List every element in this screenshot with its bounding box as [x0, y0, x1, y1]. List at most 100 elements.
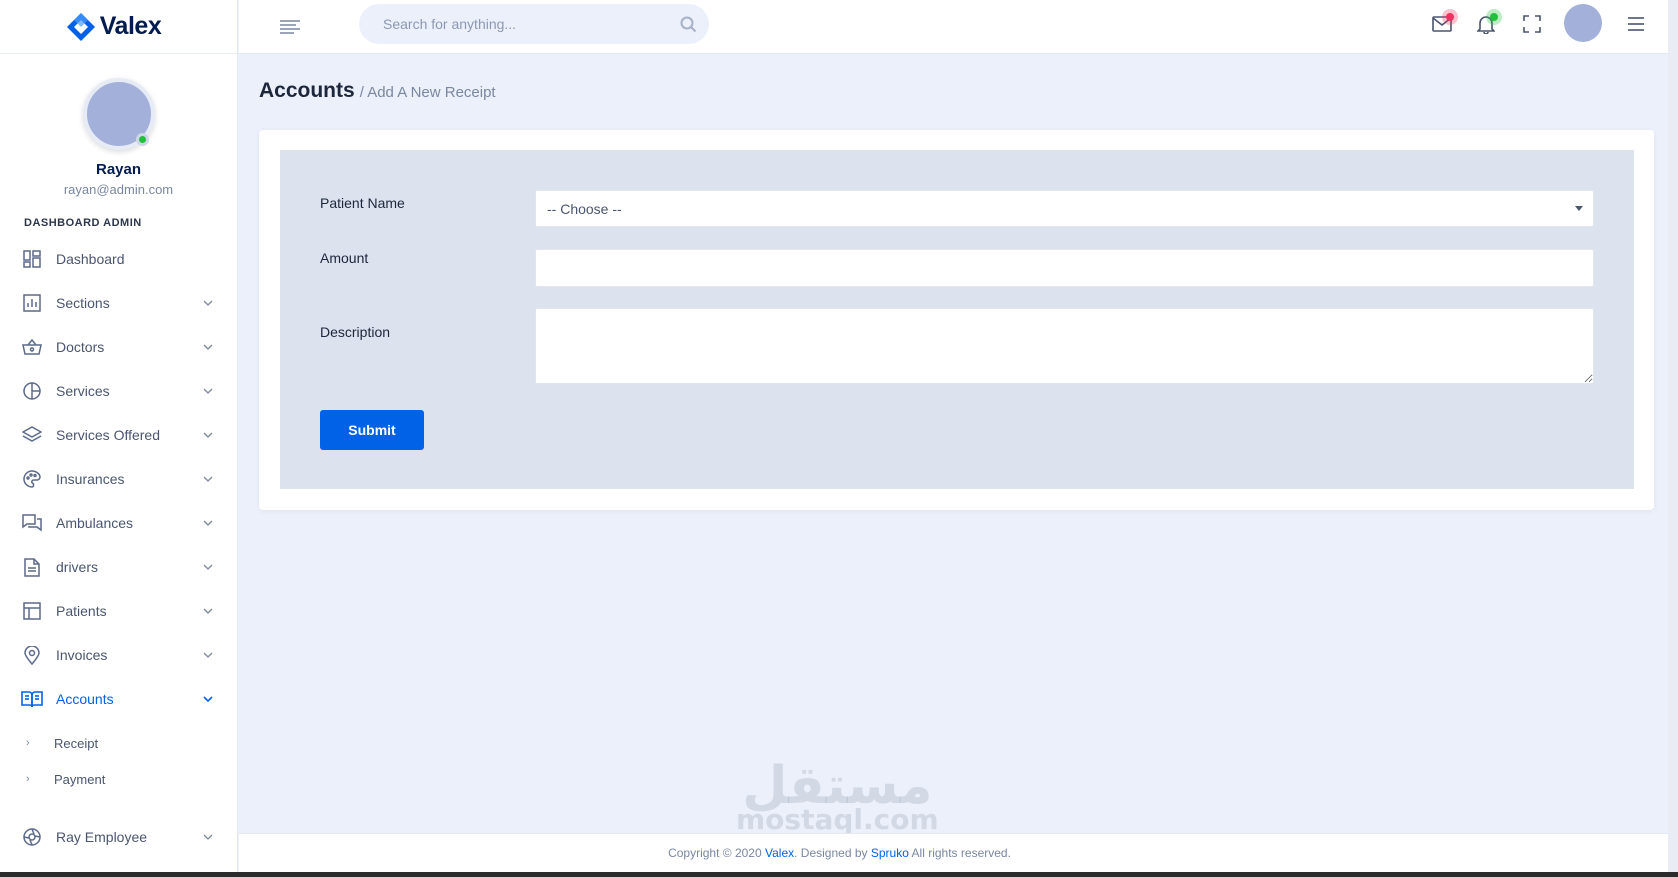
submenu-item-payment[interactable]: › Payment	[0, 761, 237, 797]
top-header	[239, 0, 1678, 54]
user-profile: Rayan rayan@admin.com	[0, 54, 237, 197]
search-box	[359, 4, 709, 44]
footer-brand-link[interactable]: Valex	[765, 846, 794, 860]
sidebar-item-label: Patients	[56, 603, 107, 619]
receipt-form-card: Patient Name -- Choose -- Amount Descrip…	[259, 130, 1654, 510]
page-subtitle: / Add A New Receipt	[359, 84, 496, 101]
caret-down-icon	[1575, 206, 1583, 211]
sidebar-item-label: drivers	[56, 559, 99, 575]
sidebar-item-label: Ambulances	[56, 515, 134, 531]
profile-avatar-wrap	[82, 78, 155, 150]
footer: Copyright © 2020 Valex . Designed by Spr…	[239, 833, 1678, 872]
sidebar-item-invoices[interactable]: Invoices	[0, 633, 237, 677]
footer-designer-link[interactable]: Spruko	[871, 846, 909, 860]
footer-text-prefix: Copyright © 2020	[668, 846, 765, 860]
sidebar-item-ambulances[interactable]: Ambulances	[0, 501, 237, 545]
sidebar-item-label: Accounts	[56, 691, 114, 707]
online-status-indicator	[135, 133, 149, 146]
document-icon	[21, 556, 43, 578]
logo[interactable]: Valex	[0, 0, 237, 54]
chevron-down-icon	[201, 340, 215, 354]
breadcrumb: Accounts / Add A New Receipt	[259, 79, 496, 103]
layers-icon	[21, 424, 43, 446]
bottom-edge-bar	[0, 872, 1678, 877]
patient-name-row: Patient Name	[320, 195, 534, 211]
description-label: Description	[320, 324, 391, 340]
submenu-item-label: Receipt	[54, 735, 99, 751]
submenu-item-receipt[interactable]: › Receipt	[0, 725, 237, 761]
receipt-form: Patient Name -- Choose -- Amount Descrip…	[280, 150, 1634, 489]
chevron-down-icon	[201, 648, 215, 662]
chevron-down-icon	[201, 560, 215, 574]
patient-name-select[interactable]: -- Choose --	[535, 190, 1594, 227]
hamburger-icon[interactable]	[1623, 11, 1649, 37]
sidebar-item-drivers[interactable]: drivers	[0, 545, 237, 589]
avatar[interactable]	[1564, 4, 1602, 42]
accounts-submenu: › Receipt › Payment	[0, 725, 237, 797]
aperture-icon	[21, 826, 43, 848]
sidebar-item-label: Services	[56, 383, 110, 399]
chevron-down-icon	[201, 472, 215, 486]
basket-icon	[21, 336, 43, 358]
description-row: Description	[320, 324, 534, 340]
chevron-right-icon: ›	[26, 737, 30, 749]
chevron-down-icon	[201, 516, 215, 530]
sidebar-item-label: Ray Employee	[56, 829, 148, 845]
menu-lines-icon[interactable]	[279, 16, 301, 38]
bar-chart-icon	[21, 292, 43, 314]
page-title: Accounts	[259, 79, 355, 102]
chevron-right-icon: ›	[26, 773, 30, 785]
sidebar-item-label: Dashboard	[56, 251, 125, 267]
chevron-down-icon	[201, 692, 215, 706]
sidebar-item-label: Insurances	[56, 471, 125, 487]
diamond-logo-icon	[66, 12, 96, 42]
chevron-down-icon	[201, 296, 215, 310]
table-icon	[21, 600, 43, 622]
mail-notification-dot	[1446, 13, 1454, 21]
sidebar-menu: Dashboard Sections Doctors Services Serv…	[0, 237, 237, 721]
sidebar-item-ray-employee[interactable]: Ray Employee	[0, 815, 237, 859]
profile-name: Rayan	[95, 161, 142, 178]
sidebar-item-dashboard[interactable]: Dashboard	[0, 237, 237, 281]
patient-select-value: -- Choose --	[547, 200, 622, 217]
sidebar-item-accounts[interactable]: Accounts	[0, 677, 237, 721]
chat-icon	[21, 512, 43, 534]
watermark-latin: mostaql.com	[736, 803, 939, 836]
sidebar-item-doctors[interactable]: Doctors	[0, 325, 237, 369]
search-icon[interactable]	[680, 16, 697, 33]
sidebar-item-sections[interactable]: Sections	[0, 281, 237, 325]
palette-icon	[21, 468, 43, 490]
sidebar-menu-extra: Ray Employee	[0, 815, 237, 859]
amount-label: Amount	[320, 250, 369, 266]
submit-button[interactable]: Submit	[320, 410, 424, 450]
footer-text-middle: . Designed by	[794, 846, 871, 860]
fullscreen-icon[interactable]	[1519, 11, 1545, 37]
sidebar-item-label: Services Offered	[56, 427, 161, 443]
sidebar-item-services[interactable]: Services	[0, 369, 237, 413]
sidebar-item-label: Invoices	[56, 647, 108, 663]
description-textarea[interactable]	[535, 308, 1594, 384]
submenu-item-label: Payment	[54, 771, 106, 787]
brand-name: Valex	[99, 12, 162, 40]
amount-input[interactable]	[535, 249, 1594, 287]
map-pin-icon	[21, 644, 43, 666]
scrollbar[interactable]	[1668, 0, 1678, 872]
mail-icon[interactable]	[1429, 9, 1458, 37]
pie-chart-icon	[21, 380, 43, 402]
open-book-icon	[21, 688, 43, 710]
chevron-down-icon	[201, 604, 215, 618]
bell-icon[interactable]	[1473, 9, 1502, 37]
sidebar-item-services-offered[interactable]: Services Offered	[0, 413, 237, 457]
sidebar-item-insurances[interactable]: Insurances	[0, 457, 237, 501]
sidebar-item-label: Sections	[56, 295, 110, 311]
footer-text-suffix: All rights reserved.	[908, 846, 1011, 860]
patient-name-label: Patient Name	[320, 195, 405, 211]
bell-notification-dot	[1490, 13, 1498, 21]
menu-category-label: DASHBOARD ADMIN	[24, 217, 142, 229]
sidebar: Valex Rayan rayan@admin.com DASHBOARD AD…	[0, 0, 238, 872]
search-input[interactable]	[383, 16, 673, 32]
sidebar-item-patients[interactable]: Patients	[0, 589, 237, 633]
amount-row: Amount	[320, 250, 534, 266]
sidebar-item-label: Doctors	[56, 339, 105, 355]
dashboard-grid-icon	[21, 248, 43, 270]
